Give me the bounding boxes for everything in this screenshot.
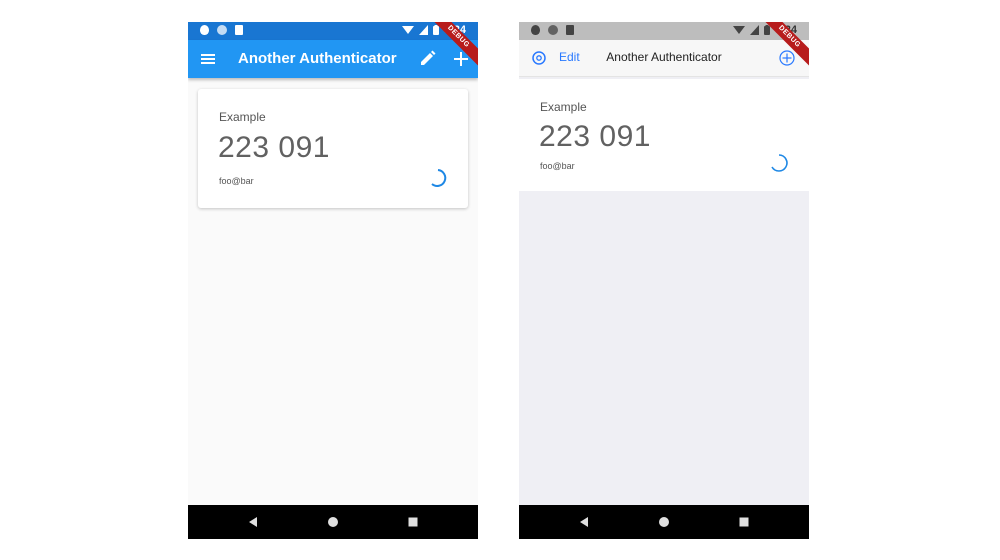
status-bar: 9:24 (519, 22, 809, 40)
nav-bar: Edit Another Authenticator (519, 40, 809, 77)
wifi-icon (732, 26, 745, 34)
status-bar: 9:24 (188, 22, 478, 40)
sim-card-icon (566, 25, 574, 35)
cupertino-phone: 9:24 DEBUG Edit Another Authenticator Ex… (519, 22, 809, 539)
edit-pencil-icon[interactable] (416, 48, 438, 70)
back-triangle-icon[interactable] (236, 505, 270, 539)
progress-spinner-icon (771, 154, 788, 172)
recents-square-icon[interactable] (727, 505, 761, 539)
back-triangle-icon[interactable] (567, 505, 601, 539)
otp-entry-card[interactable]: Example 223 091 foo@bar (198, 89, 468, 208)
app-bar: Another Authenticator (188, 40, 478, 78)
progress-spinner-icon (431, 169, 447, 187)
signal-icon (749, 25, 759, 35)
circle-notification-icon (217, 25, 227, 35)
recents-square-icon[interactable] (396, 505, 430, 539)
home-circle-icon[interactable] (647, 505, 681, 539)
app-title: Another Authenticator (606, 50, 722, 64)
entry-code: 223 091 (218, 131, 330, 164)
entry-account: foo@bar (219, 176, 254, 186)
otp-entry-item[interactable]: Example 223 091 foo@bar (519, 79, 809, 191)
circle-notification-icon (548, 25, 558, 35)
wifi-icon (401, 26, 414, 34)
entry-code: 223 091 (539, 120, 651, 153)
home-circle-icon[interactable] (316, 505, 350, 539)
app-title: Another Authenticator (238, 50, 397, 67)
menu-icon[interactable] (197, 48, 219, 70)
material-phone: 9:24 DEBUG Another Authenticator Example… (188, 22, 478, 539)
sim-card-icon (235, 25, 243, 35)
signal-icon (418, 25, 428, 35)
system-nav-bar (519, 505, 809, 539)
shield-notification-icon (531, 25, 540, 35)
entry-issuer: Example (540, 100, 587, 114)
entry-account: foo@bar (540, 161, 575, 171)
shield-notification-icon (200, 25, 209, 35)
system-nav-bar (188, 505, 478, 539)
entry-issuer: Example (219, 110, 266, 124)
